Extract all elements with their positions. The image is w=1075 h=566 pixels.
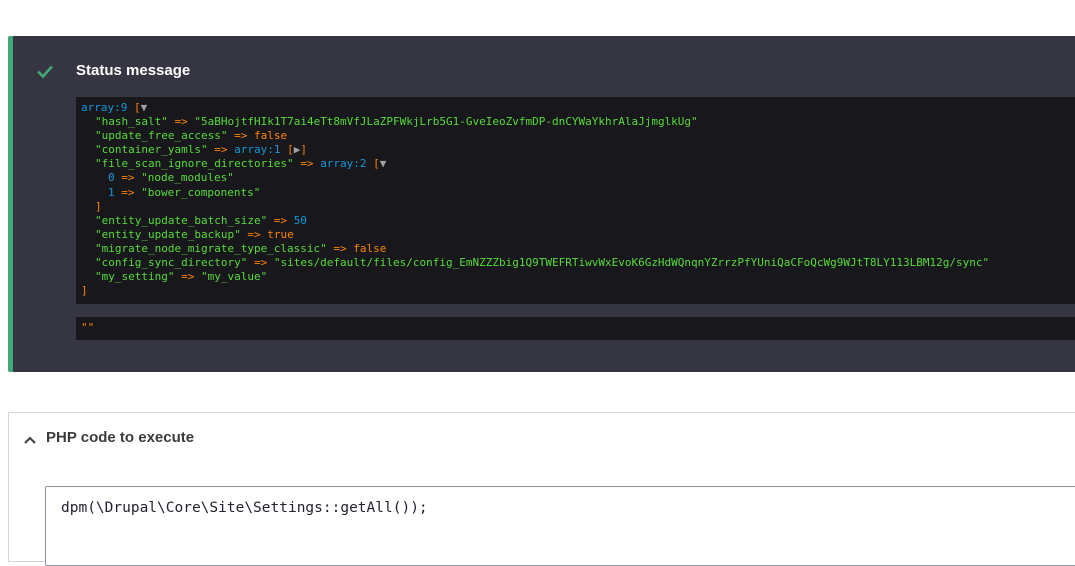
php-code-textarea[interactable]: dpm(\Drupal\Core\Site\Settings::getAll()…	[45, 486, 1075, 566]
var-dump-output: array:9 [▼ "hash_salt" => "5aBHojtfHIk1T7…	[76, 97, 1075, 304]
dump-value: array:1	[234, 143, 281, 157]
dump-key: 0	[108, 171, 115, 185]
dump-value: "5aBHojtfHIk1T7ai4eTt8mVfJLaZPFWkjLrb5G1…	[194, 115, 698, 129]
status-title: Status message	[76, 62, 191, 79]
dump-bracket: [	[366, 157, 380, 171]
php-code-summary-label[interactable]: PHP code to execute	[46, 429, 194, 447]
dump-value: "sites/default/files/config_EmNZZZbig1Q9…	[273, 256, 990, 270]
dump-value: array:2	[320, 157, 367, 171]
dump-bracket: [	[280, 143, 294, 157]
dump-line: "my_setting" => "my_value"	[81, 270, 1070, 284]
dump-bracket: [	[127, 101, 141, 114]
dump-value: "my_value"	[200, 270, 268, 284]
dump-key: "container_yamls"	[95, 143, 208, 157]
dump-arrow: =>	[114, 185, 142, 199]
dump-key: "config_sync_directory"	[95, 256, 248, 270]
dump-arrow: =>	[240, 227, 268, 241]
dump-key: "entity_update_backup"	[95, 227, 241, 241]
dump-line: "update_free_access" => false	[81, 129, 1070, 143]
dump-key: "update_free_access"	[95, 129, 228, 143]
dump-line: "file_scan_ignore_directories" => array:…	[81, 157, 1070, 171]
dump-line: ]	[81, 284, 1070, 298]
dump-value: 50	[293, 213, 307, 227]
dump-bracket: ]	[95, 199, 102, 213]
dump-key: "hash_salt"	[95, 115, 168, 129]
dump-type: array:9	[81, 101, 128, 114]
var-dump-output-empty-string: ""	[76, 317, 1075, 340]
dump-key: "entity_update_batch_size"	[95, 213, 268, 227]
dump-arrow: =>	[267, 213, 294, 227]
dump-line: "migrate_node_migrate_type_classic" => f…	[81, 242, 1070, 256]
dump-line: "config_sync_directory" => "sites/defaul…	[81, 256, 1070, 270]
dump-value: true	[267, 227, 294, 241]
dump-arrow: =>	[174, 270, 201, 284]
dump-value: false	[353, 241, 387, 255]
dump-arrow: =>	[207, 143, 235, 157]
dump-line: "entity_update_backup" => true	[81, 228, 1070, 242]
dump-arrow: =>	[293, 157, 321, 171]
dump-key: "file_scan_ignore_directories"	[95, 157, 294, 171]
chevron-up-icon[interactable]	[23, 432, 37, 444]
php-code-details: PHP code to execute dpm(\Drupal\Core\Sit…	[8, 412, 1075, 566]
check-icon	[37, 64, 53, 80]
dump-line: "hash_salt" => "5aBHojtfHIk1T7ai4eTt8mVf…	[81, 115, 1070, 129]
expand-toggle[interactable]: ▼	[380, 157, 387, 170]
collapse-toggle[interactable]: ▼	[141, 101, 148, 114]
dump-arrow: =>	[167, 115, 195, 129]
dump-value: "node_modules"	[141, 171, 234, 185]
dump-key: "my_setting"	[95, 270, 175, 284]
dump-arrow: =>	[326, 241, 354, 255]
status-message: Status message array:9 [▼ "hash_salt" => …	[8, 36, 1075, 372]
php-code-summary[interactable]: PHP code to execute	[9, 413, 1075, 463]
dump-line: 1 => "bower_components"	[81, 186, 1070, 200]
dump-line: "entity_update_batch_size" => 50	[81, 214, 1070, 228]
dump-line: "container_yamls" => array:1 [▶]	[81, 143, 1070, 157]
dump-bracket: ]	[81, 284, 88, 298]
dump-line: ]	[81, 200, 1070, 214]
dump-key: 1	[108, 185, 115, 199]
dump-value: false	[253, 129, 288, 143]
dump-key: "migrate_node_migrate_type_classic"	[95, 241, 327, 255]
dump-line: 0 => "node_modules"	[81, 171, 1070, 185]
dump-arrow: =>	[114, 171, 142, 185]
dump-header: array:9 [▼	[81, 101, 1070, 115]
dump-value: "bower_components"	[141, 185, 261, 199]
dump-bracket: ]	[300, 143, 307, 157]
dump-arrow: =>	[247, 256, 274, 270]
dump-arrow: =>	[227, 129, 254, 143]
